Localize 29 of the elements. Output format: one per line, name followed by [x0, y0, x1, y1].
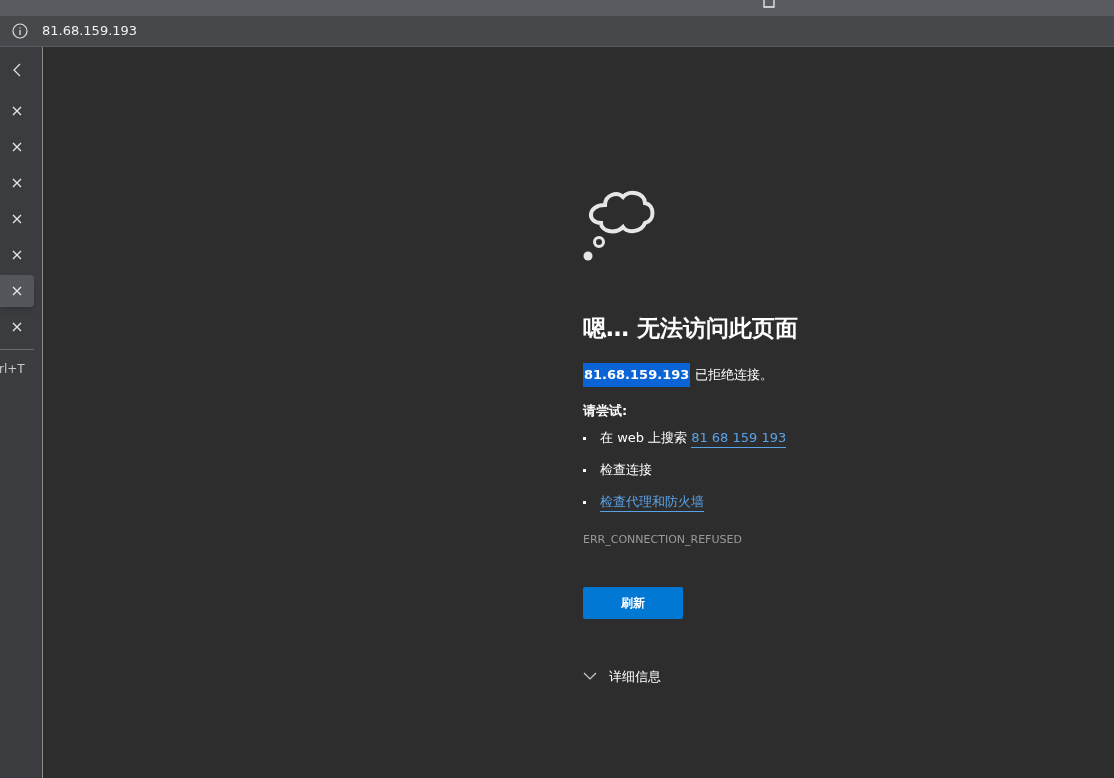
- sidebar-tab[interactable]: [0, 275, 34, 307]
- close-icon[interactable]: [12, 286, 22, 296]
- address-bar[interactable]: 81.68.159.193: [0, 16, 1114, 47]
- chevron-down-icon: [583, 672, 597, 681]
- close-icon[interactable]: [12, 214, 22, 224]
- suggestion-text: 在 web 上搜索: [600, 429, 688, 448]
- close-icon[interactable]: [12, 106, 22, 116]
- bullet-icon: [583, 436, 586, 440]
- new-tab-shortcut: rl+T: [0, 361, 26, 378]
- suggestion-link[interactable]: 81 68 159 193: [691, 427, 787, 449]
- bullet-icon: [583, 468, 586, 472]
- error-title: 嗯… 无法访问此页面: [583, 314, 799, 343]
- refused-message: 已拒绝连接。: [695, 366, 774, 384]
- close-icon[interactable]: [12, 250, 22, 260]
- details-toggle[interactable]: 详细信息: [583, 666, 661, 686]
- suggestion-text: 检查连接: [600, 461, 652, 480]
- suggestion-link[interactable]: 检查代理和防火墙: [600, 491, 704, 513]
- refresh-button[interactable]: 刷新: [583, 586, 683, 619]
- error-code: ERR_CONNECTION_REFUSED: [583, 532, 743, 548]
- close-icon[interactable]: [12, 178, 22, 188]
- checkbox-icon[interactable]: [763, 0, 775, 8]
- info-icon[interactable]: [12, 23, 28, 39]
- url-text: 81.68.159.193: [42, 22, 138, 41]
- bullet-icon: [583, 500, 586, 504]
- host-text: 81.68.159.193: [583, 363, 691, 387]
- collapse-chevron-icon[interactable]: [12, 63, 22, 77]
- close-icon[interactable]: [12, 142, 22, 152]
- try-heading: 请尝试:: [583, 401, 629, 420]
- close-icon[interactable]: [12, 322, 22, 332]
